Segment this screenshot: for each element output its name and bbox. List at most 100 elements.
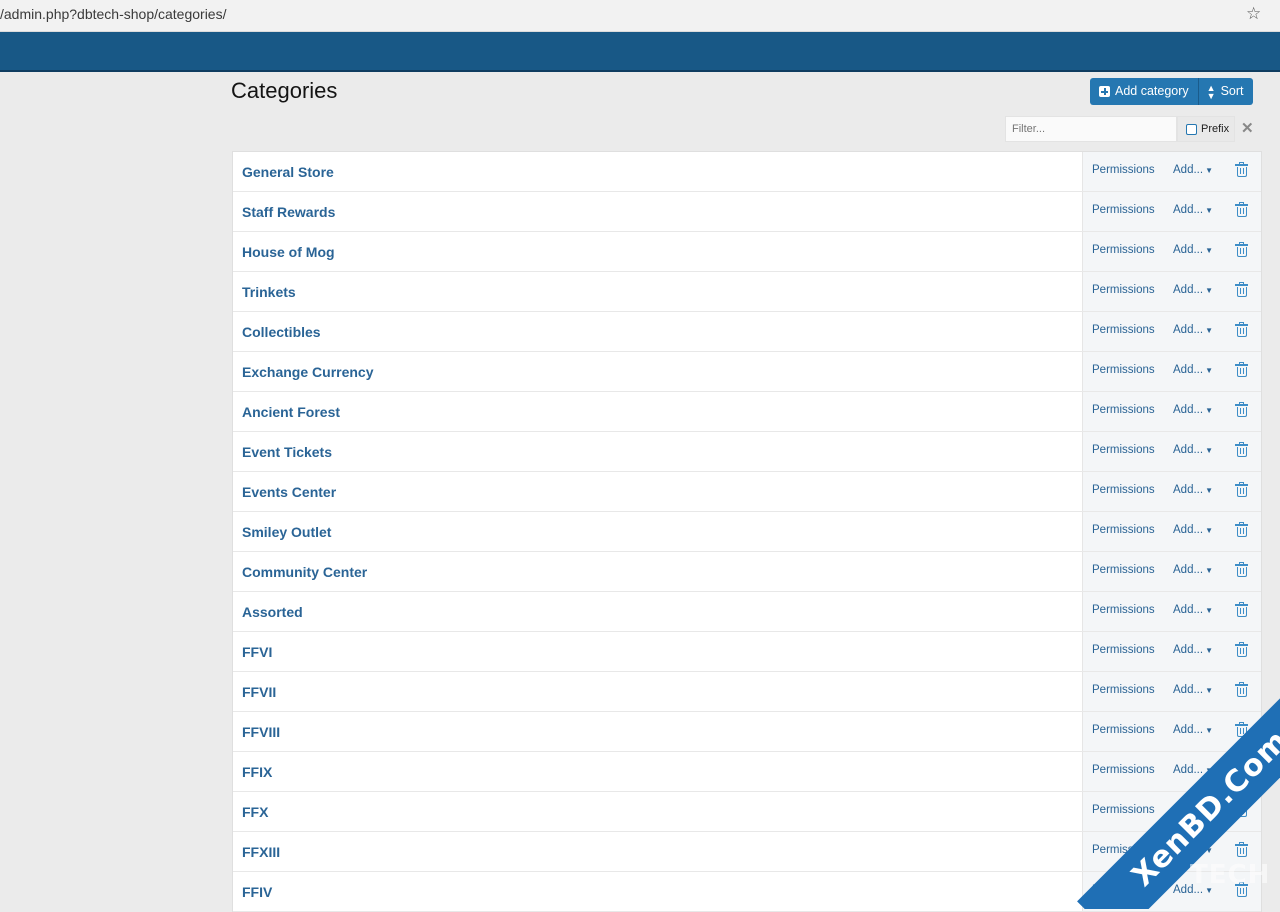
- clear-filter-icon[interactable]: ✕: [1241, 119, 1254, 137]
- trash-icon[interactable]: [1235, 682, 1248, 697]
- category-title-link[interactable]: Staff Rewards: [233, 204, 1082, 220]
- trash-icon[interactable]: [1235, 762, 1248, 777]
- prefix-toggle[interactable]: Prefix: [1177, 116, 1235, 142]
- trash-icon[interactable]: [1235, 402, 1248, 417]
- row-actions: Permissions Add... ▼: [1082, 752, 1261, 791]
- add-menu-label: Add...: [1173, 364, 1204, 376]
- prefix-checkbox[interactable]: [1186, 123, 1197, 135]
- add-menu-button[interactable]: Add... ▼: [1173, 884, 1213, 896]
- sort-icon: ▲ ▼: [1206, 82, 1216, 101]
- category-row: FFVI Permissions Add... ▼: [233, 632, 1261, 672]
- add-menu-label: Add...: [1173, 844, 1204, 856]
- category-row: House of Mog Permissions Add... ▼: [233, 232, 1261, 272]
- add-menu-button[interactable]: Add... ▼: [1173, 764, 1213, 776]
- trash-icon[interactable]: [1235, 602, 1248, 617]
- add-menu-label: Add...: [1173, 564, 1204, 576]
- permissions-link[interactable]: Permissions: [1092, 884, 1155, 896]
- sort-button[interactable]: ▲ ▼ Sort: [1197, 78, 1253, 105]
- category-row: Events Center Permissions Add... ▼: [233, 472, 1261, 512]
- category-title-link[interactable]: FFIV: [233, 884, 1082, 900]
- permissions-link[interactable]: Permissions: [1092, 284, 1155, 296]
- add-menu-button[interactable]: Add... ▼: [1173, 804, 1213, 816]
- add-menu-button[interactable]: Add... ▼: [1173, 604, 1213, 616]
- permissions-link[interactable]: Permissions: [1092, 244, 1155, 256]
- category-title-link[interactable]: Collectibles: [233, 324, 1082, 340]
- category-title-link[interactable]: FFIX: [233, 764, 1082, 780]
- trash-icon[interactable]: [1235, 162, 1248, 177]
- permissions-link[interactable]: Permissions: [1092, 604, 1155, 616]
- permissions-link[interactable]: Permissions: [1092, 484, 1155, 496]
- category-title-link[interactable]: Community Center: [233, 564, 1082, 580]
- trash-icon[interactable]: [1235, 482, 1248, 497]
- trash-icon[interactable]: [1235, 802, 1248, 817]
- trash-icon[interactable]: [1235, 842, 1248, 857]
- permissions-link[interactable]: Permissions: [1092, 724, 1155, 736]
- row-actions: Permissions Add... ▼: [1082, 872, 1261, 911]
- category-title-link[interactable]: FFXIII: [233, 844, 1082, 860]
- add-menu-label: Add...: [1173, 764, 1204, 776]
- trash-icon[interactable]: [1235, 522, 1248, 537]
- add-category-button[interactable]: Add category: [1090, 78, 1198, 105]
- category-row: Collectibles Permissions Add... ▼: [233, 312, 1261, 352]
- trash-icon[interactable]: [1235, 642, 1248, 657]
- add-menu-button[interactable]: Add... ▼: [1173, 844, 1213, 856]
- add-menu-button[interactable]: Add... ▼: [1173, 684, 1213, 696]
- add-menu-button[interactable]: Add... ▼: [1173, 244, 1213, 256]
- category-title-link[interactable]: FFVIII: [233, 724, 1082, 740]
- trash-icon[interactable]: [1235, 322, 1248, 337]
- permissions-link[interactable]: Permissions: [1092, 764, 1155, 776]
- bookmark-star-icon[interactable]: ☆: [1246, 4, 1261, 24]
- add-menu-button[interactable]: Add... ▼: [1173, 444, 1213, 456]
- category-title-link[interactable]: Trinkets: [233, 284, 1082, 300]
- filter-input[interactable]: [1005, 116, 1177, 142]
- url-text[interactable]: /admin.php?dbtech-shop/categories/: [0, 6, 226, 22]
- category-title-link[interactable]: Ancient Forest: [233, 404, 1082, 420]
- add-menu-button[interactable]: Add... ▼: [1173, 484, 1213, 496]
- trash-icon[interactable]: [1235, 722, 1248, 737]
- add-menu-button[interactable]: Add... ▼: [1173, 204, 1213, 216]
- permissions-link[interactable]: Permissions: [1092, 644, 1155, 656]
- add-menu-button[interactable]: Add... ▼: [1173, 364, 1213, 376]
- add-menu-button[interactable]: Add... ▼: [1173, 164, 1213, 176]
- trash-icon[interactable]: [1235, 362, 1248, 377]
- add-menu-button[interactable]: Add... ▼: [1173, 564, 1213, 576]
- trash-icon[interactable]: [1235, 882, 1248, 897]
- category-title-link[interactable]: FFX: [233, 804, 1082, 820]
- prefix-label: Prefix: [1201, 123, 1230, 135]
- permissions-link[interactable]: Permissions: [1092, 204, 1155, 216]
- category-title-link[interactable]: FFVII: [233, 684, 1082, 700]
- category-title-link[interactable]: FFVI: [233, 644, 1082, 660]
- category-title-link[interactable]: Events Center: [233, 484, 1082, 500]
- permissions-link[interactable]: Permissions: [1092, 524, 1155, 536]
- permissions-link[interactable]: Permissions: [1092, 684, 1155, 696]
- permissions-link[interactable]: Permissions: [1092, 404, 1155, 416]
- add-menu-button[interactable]: Add... ▼: [1173, 724, 1213, 736]
- category-title-link[interactable]: General Store: [233, 164, 1082, 180]
- category-title-link[interactable]: Assorted: [233, 604, 1082, 620]
- trash-icon[interactable]: [1235, 442, 1248, 457]
- trash-icon[interactable]: [1235, 202, 1248, 217]
- trash-icon[interactable]: [1235, 242, 1248, 257]
- category-title-link[interactable]: Exchange Currency: [233, 364, 1082, 380]
- permissions-link[interactable]: Permissions: [1092, 444, 1155, 456]
- permissions-link[interactable]: Permissions: [1092, 324, 1155, 336]
- permissions-link[interactable]: Permissions: [1092, 364, 1155, 376]
- caret-down-icon: ▼: [1205, 286, 1213, 295]
- trash-icon[interactable]: [1235, 562, 1248, 577]
- permissions-link[interactable]: Permissions: [1092, 564, 1155, 576]
- permissions-link[interactable]: Permissions: [1092, 164, 1155, 176]
- category-title-link[interactable]: House of Mog: [233, 244, 1082, 260]
- browser-url-bar[interactable]: /admin.php?dbtech-shop/categories/ ☆: [0, 0, 1280, 32]
- add-menu-button[interactable]: Add... ▼: [1173, 404, 1213, 416]
- add-menu-button[interactable]: Add... ▼: [1173, 284, 1213, 296]
- permissions-link[interactable]: Permissions: [1092, 844, 1155, 856]
- add-menu-label: Add...: [1173, 404, 1204, 416]
- add-menu-button[interactable]: Add... ▼: [1173, 644, 1213, 656]
- caret-down-icon: ▼: [1205, 726, 1213, 735]
- permissions-link[interactable]: Permissions: [1092, 804, 1155, 816]
- category-title-link[interactable]: Smiley Outlet: [233, 524, 1082, 540]
- add-menu-button[interactable]: Add... ▼: [1173, 324, 1213, 336]
- category-title-link[interactable]: Event Tickets: [233, 444, 1082, 460]
- add-menu-button[interactable]: Add... ▼: [1173, 524, 1213, 536]
- trash-icon[interactable]: [1235, 282, 1248, 297]
